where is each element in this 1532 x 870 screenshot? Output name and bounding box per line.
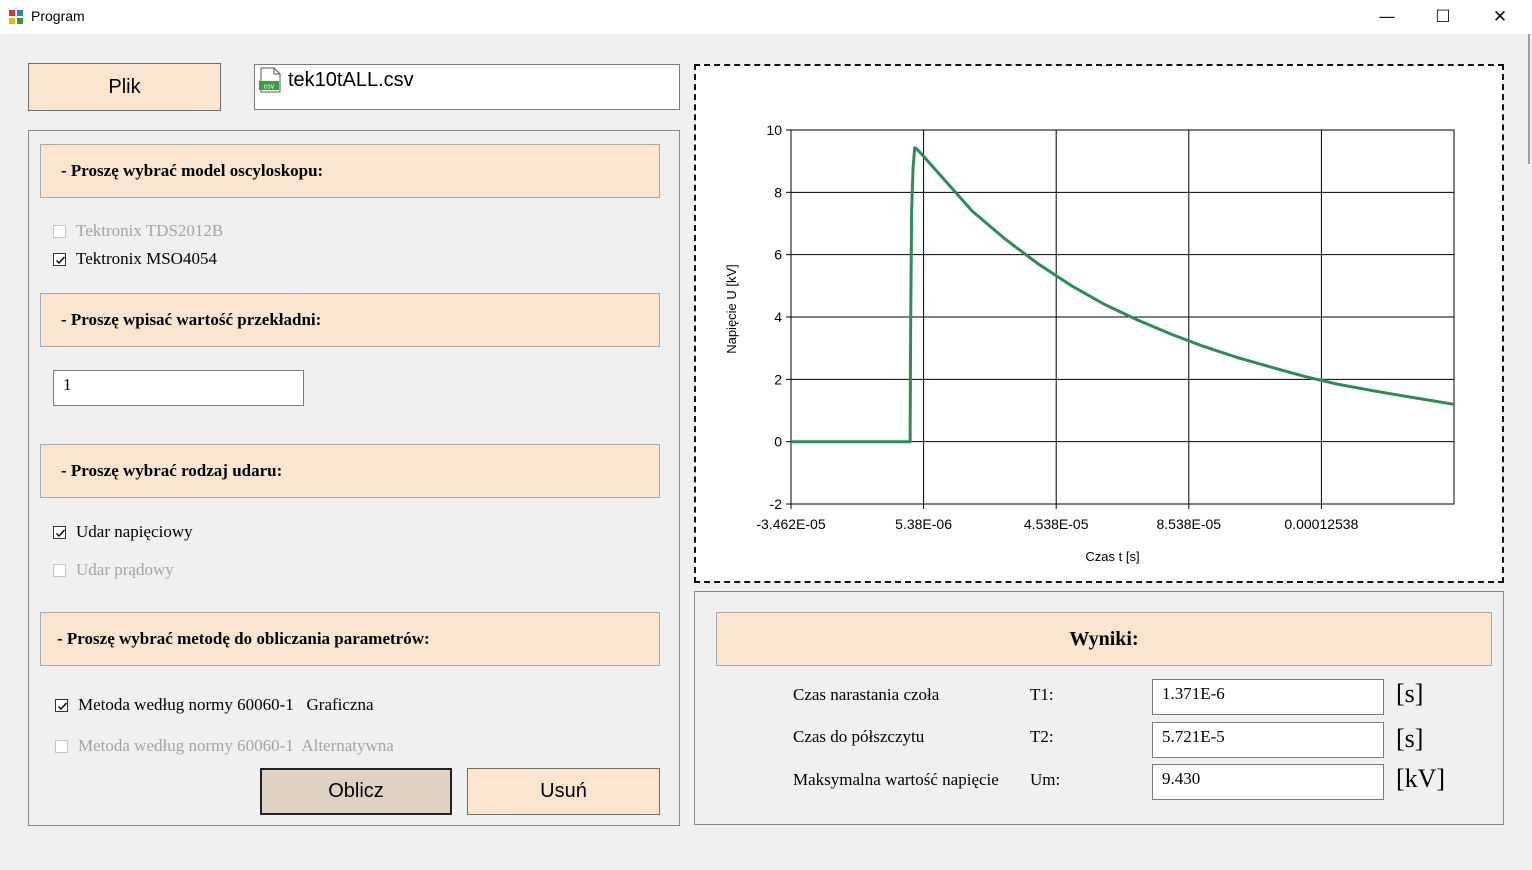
- checkbox-box: [55, 698, 68, 712]
- results-header: Wyniki:: [716, 612, 1492, 666]
- ratio-header: - Proszę wpisać wartość przekładni:: [40, 293, 660, 347]
- result-label-t1: Czas narastania czoła: [793, 685, 940, 704]
- checkbox-label: Tektronix TDS2012B: [76, 221, 224, 240]
- y-tick-label: 10: [766, 122, 782, 138]
- result-symbol-t2: T2:: [1030, 727, 1054, 746]
- x-tick-label: 8.538E-05: [1156, 516, 1221, 532]
- method-header: - Proszę wybrać metodę do obliczania par…: [40, 612, 660, 666]
- x-tick-label: 0.00012538: [1284, 516, 1358, 532]
- result-unit-um: [kV]: [1396, 764, 1446, 793]
- checkbox-current-surge[interactable]: Udar prądowy: [53, 560, 174, 580]
- result-symbol-t1: T1:: [1030, 685, 1054, 704]
- checkbox-label: Udar prądowy: [76, 560, 174, 579]
- result-unit-t2: [s]: [1396, 724, 1424, 753]
- checkbox-tds2012b[interactable]: Tektronix TDS2012B: [53, 221, 223, 241]
- checkbox-voltage-surge[interactable]: Udar napięciowy: [53, 522, 193, 542]
- y-axis-label: Napięcie U [kV]: [724, 264, 739, 354]
- voltage-chart: -2 0 2 4 6 8 10 -3.462E-05 5.38E-06 4.538E-05 8.53…: [724, 122, 1455, 564]
- result-unit-t1: [s]: [1396, 679, 1424, 708]
- checkmark-icon: [56, 529, 66, 537]
- checkbox-label: Tektronix MSO4054: [76, 249, 217, 268]
- checkbox-method-alternative[interactable]: Metoda według normy 60060-1 Alternatywna: [55, 736, 394, 756]
- x-tick-label: 5.38E-06: [895, 516, 952, 532]
- x-tick-label: -3.462E-05: [756, 516, 825, 532]
- y-tick-label: 8: [774, 184, 782, 200]
- y-tick-label: 4: [774, 309, 782, 325]
- checkbox-method-graphic[interactable]: Metoda według normy 60060-1 Graficzna: [55, 695, 374, 715]
- y-tick-label: 6: [774, 247, 782, 263]
- um-value-field[interactable]: 9.430: [1152, 764, 1384, 800]
- checkbox-box: [53, 525, 66, 539]
- result-label-um: Maksymalna wartość napięcie: [793, 770, 999, 789]
- svg-text:csv: csv: [264, 84, 275, 91]
- y-tick-label: -2: [770, 496, 783, 512]
- t1-value-field[interactable]: 1.371E-6: [1152, 679, 1384, 715]
- file-name: tek10tALL.csv: [288, 69, 414, 91]
- file-button[interactable]: Plik: [28, 63, 221, 111]
- y-tick-label: 0: [774, 434, 782, 450]
- y-tick-label: 2: [774, 371, 782, 387]
- surge-header: - Proszę wybrać rodzaj udaru:: [40, 444, 660, 498]
- app-icon: [9, 10, 23, 24]
- close-button[interactable]: ✕: [1471, 0, 1529, 34]
- window-edge: [1528, 34, 1530, 164]
- window-title: Program: [31, 8, 85, 24]
- title-bar: Program — ☐ ✕: [0, 0, 1532, 34]
- result-symbol-um: Um:: [1030, 770, 1061, 789]
- checkbox-label: Udar napięciowy: [76, 522, 193, 541]
- checkbox-box: [53, 252, 66, 266]
- checkbox-box: [53, 224, 66, 238]
- maximize-button[interactable]: ☐: [1414, 0, 1472, 34]
- checkmark-icon: [56, 256, 66, 264]
- minimize-button[interactable]: —: [1358, 0, 1416, 34]
- calculate-button[interactable]: Oblicz: [260, 768, 452, 815]
- oscilloscope-header: - Proszę wybrać model oscyloskopu:: [40, 144, 660, 198]
- checkbox-box: [55, 739, 68, 753]
- x-axis-label: Czas t [s]: [1085, 549, 1139, 564]
- result-label-t2: Czas do półszczytu: [793, 727, 925, 746]
- csv-file-icon: csv: [259, 67, 281, 93]
- t2-value-field[interactable]: 5.721E-5: [1152, 722, 1384, 758]
- checkbox-box: [53, 563, 66, 577]
- delete-button[interactable]: Usuń: [467, 768, 660, 815]
- checkbox-label: Metoda według normy 60060-1 Alternatywna: [78, 736, 394, 755]
- x-tick-label: 4.538E-05: [1024, 516, 1089, 532]
- checkbox-label: Metoda według normy 60060-1 Graficzna: [78, 695, 374, 714]
- ratio-input[interactable]: 1: [53, 370, 304, 406]
- checkbox-mso4054[interactable]: Tektronix MSO4054: [53, 249, 217, 269]
- checkmark-icon: [58, 702, 68, 710]
